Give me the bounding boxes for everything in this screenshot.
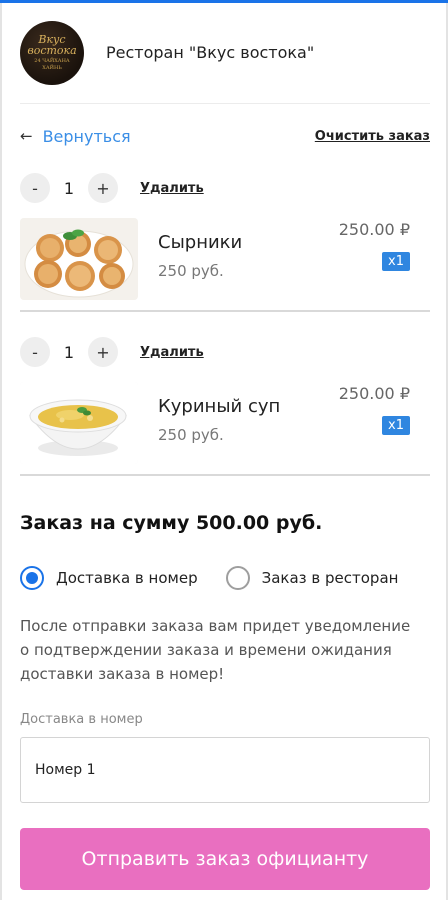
back-label: Вернуться [42,126,131,146]
item-unit-price: 250 руб. [158,426,224,444]
option-room-delivery[interactable]: Доставка в номер [20,566,198,590]
back-arrow-icon: ← [20,127,33,145]
room-field-label: Доставка в номер [20,712,143,727]
quantity-badge: x1 [382,252,410,271]
item-name: Сырники [158,232,243,253]
decrease-button[interactable]: - [20,173,50,203]
cart-item-details: Сырники 250 руб. 250.00 ₽ x1 [20,218,430,314]
item-name: Куриный суп [158,396,281,417]
restaurant-header: Вкус востока 24 ЧАЙХАНА ХАЙНЬ Ресторан "… [20,20,430,104]
delivery-type-selector: Доставка в номер Заказ в ресторан [20,564,430,592]
restaurant-logo: Вкус востока 24 ЧАЙХАНА ХАЙНЬ [20,20,84,85]
back-link[interactable]: ← Вернуться [20,127,131,146]
logo-text-line4: ХАЙНЬ [42,65,62,71]
radio-button-selected[interactable] [20,566,44,590]
quantity-value: 1 [63,178,75,198]
quantity-value: 1 [63,342,75,362]
cart-nav-row: ← Вернуться Очистить заказ [20,124,430,148]
logo-text-line3: 24 ЧАЙХАНА [34,58,70,64]
quantity-stepper: - 1 + Удалить [20,172,430,204]
cart-item: - 1 + Удалить Сырники 250 руб. 250.00 ₽ … [20,172,430,312]
remove-item-link[interactable]: Удалить [140,181,204,196]
option-label: Заказ в ресторан [261,569,399,587]
restaurant-name: Ресторан "Вкус востока" [106,43,315,62]
send-order-button[interactable]: Отправить заказ официанту [20,828,430,890]
increase-button[interactable]: + [88,337,118,367]
decrease-button[interactable]: - [20,337,50,367]
logo-text-line2: востока [27,44,77,57]
quantity-badge: x1 [382,416,410,435]
clear-order-link[interactable]: Очистить заказ [315,129,430,144]
item-unit-price: 250 руб. [158,262,224,280]
soup-photo-icon [20,382,138,464]
remove-item-link[interactable]: Удалить [140,345,204,360]
cart-item: - 1 + Удалить Куриный суп 250 руб. 250.0… [20,336,430,476]
order-total: Заказ на сумму 500.00 руб. [20,512,323,534]
item-price: 250.00 ₽ [338,384,410,403]
room-number-field[interactable] [20,737,430,803]
option-label: Доставка в номер [56,569,198,587]
frame-border-left [0,3,2,900]
order-notice: После отправки заказа вам придет уведомл… [20,617,411,683]
syrniki-photo-icon [20,218,138,300]
item-price: 250.00 ₽ [338,220,410,239]
quantity-stepper: - 1 + Удалить [20,336,430,368]
option-restaurant-order[interactable]: Заказ в ресторан [225,566,399,590]
increase-button[interactable]: + [88,173,118,203]
cart-item-details: Куриный суп 250 руб. 250.00 ₽ x1 [20,382,430,478]
radio-button[interactable] [225,566,250,590]
top-accent-bar [0,0,448,3]
